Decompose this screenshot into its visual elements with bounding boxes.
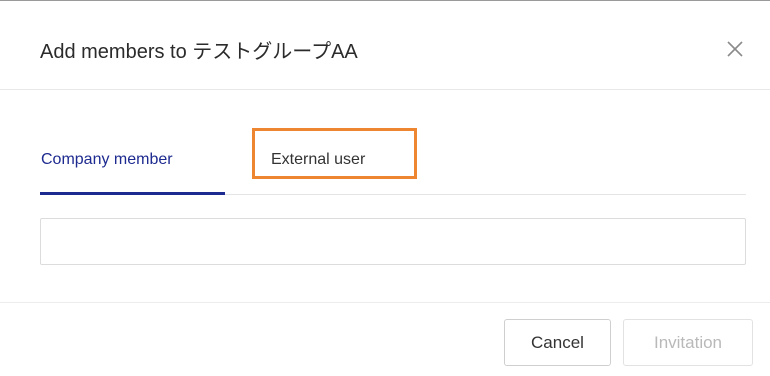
- dialog-footer: Cancel Invitation: [0, 302, 770, 376]
- dialog-title: Add members to テストグループAA: [40, 41, 358, 63]
- member-type-tabs: Company member External user: [40, 128, 746, 195]
- add-members-dialog: Add members to テストグループAA Company member …: [0, 0, 770, 376]
- invitation-button[interactable]: Invitation: [623, 319, 753, 366]
- dialog-header: Add members to テストグループAA: [0, 1, 770, 90]
- tab-external-user-label: External user: [271, 151, 366, 168]
- tab-company-member-label: Company member: [41, 151, 173, 168]
- cancel-button[interactable]: Cancel: [504, 319, 611, 366]
- tab-external-user[interactable]: External user: [252, 128, 420, 194]
- close-icon[interactable]: [723, 37, 747, 61]
- active-tab-indicator: [40, 192, 225, 195]
- tab-company-member[interactable]: Company member: [40, 130, 225, 195]
- member-search-input[interactable]: [40, 218, 746, 265]
